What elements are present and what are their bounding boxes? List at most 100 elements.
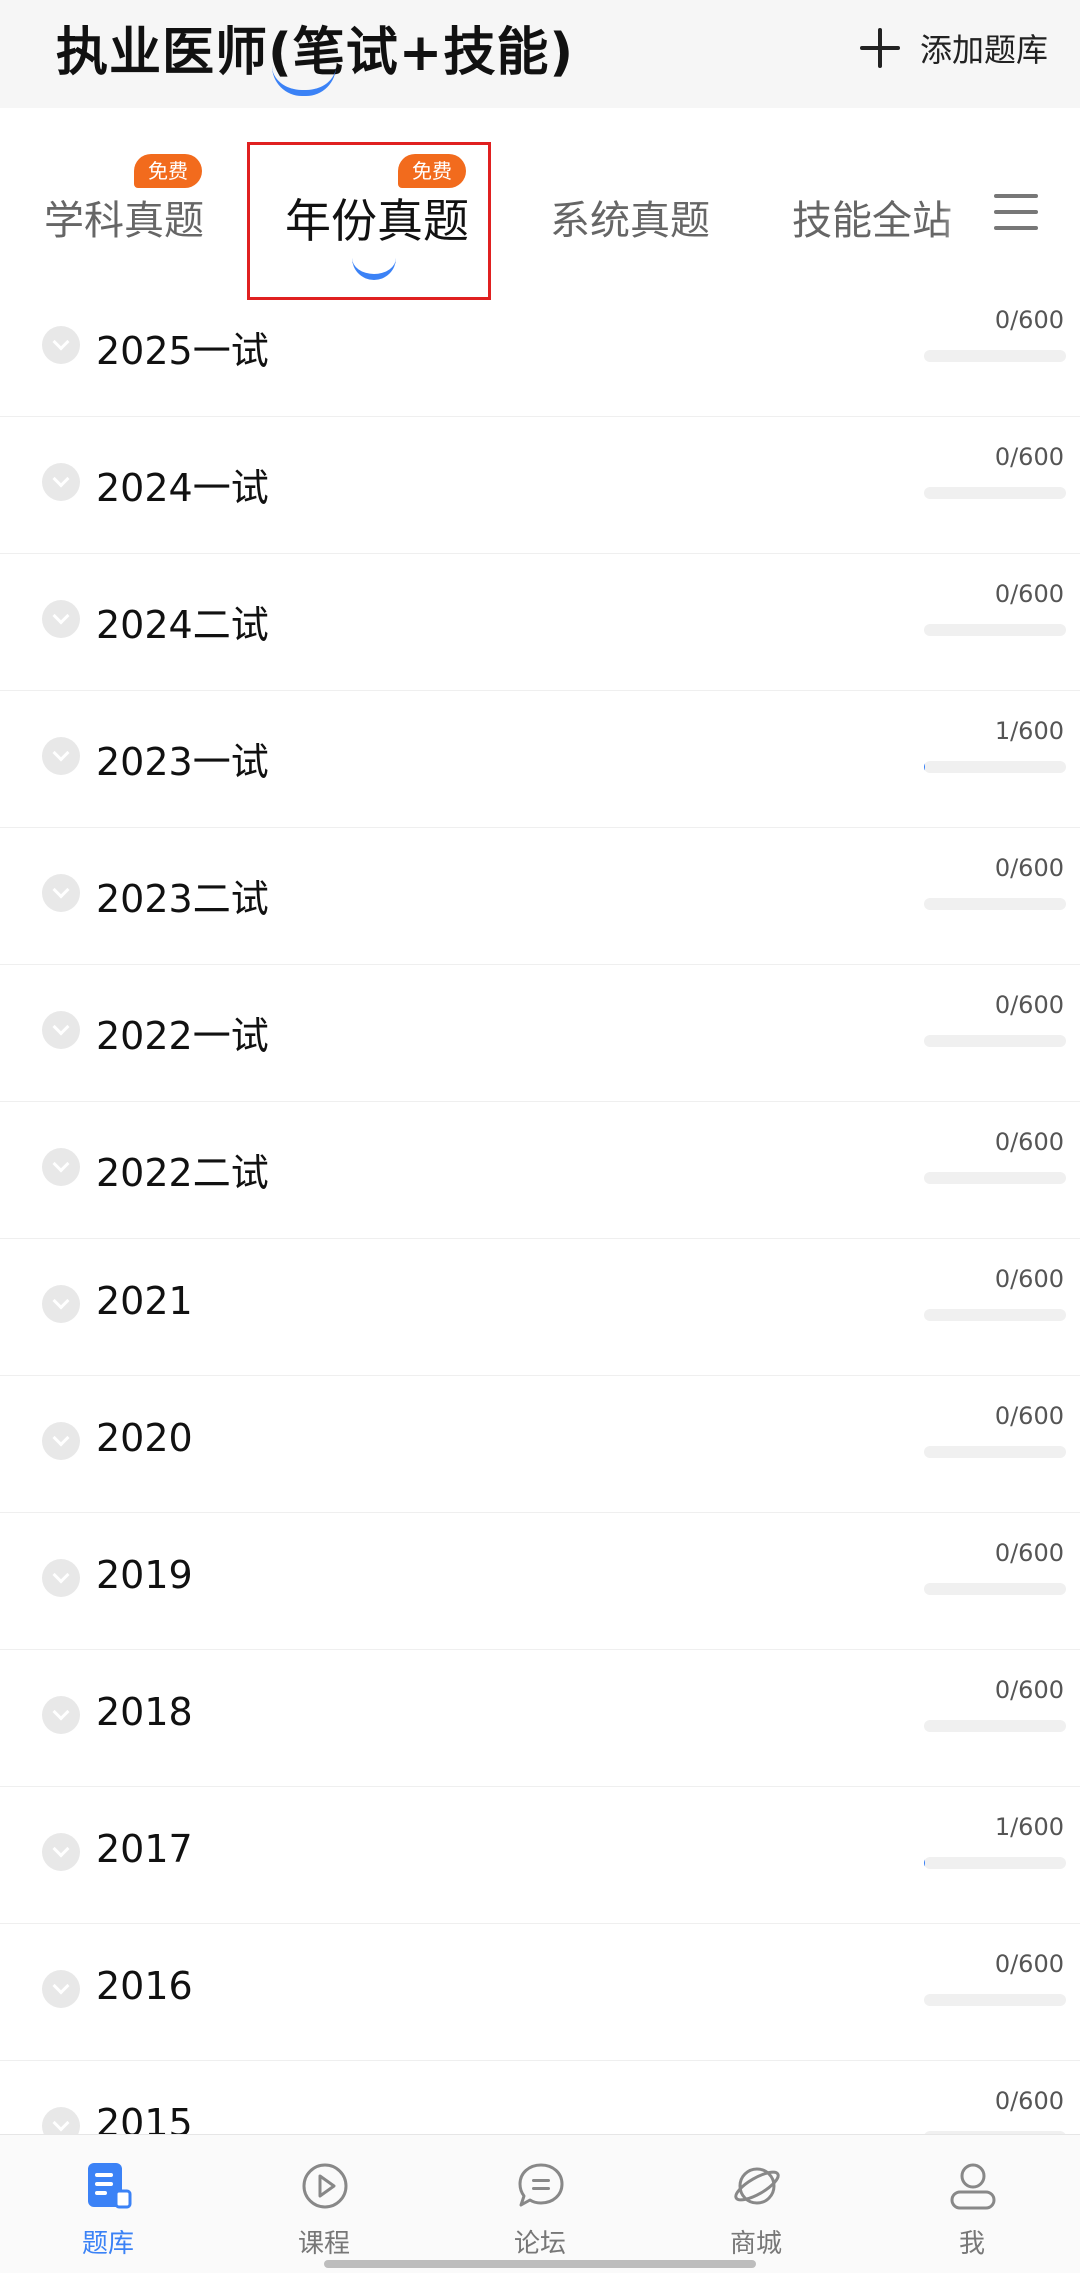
progress-count: 0/600 <box>994 1539 1064 1567</box>
progress-count: 0/600 <box>994 991 1064 1019</box>
bottom-navigation: 题库 课程 论坛 商城 我 <box>0 2134 1080 2273</box>
exam-year-label: 2022一试 <box>96 1014 269 1058</box>
nav-item-question-bank[interactable]: 题库 <box>0 2135 216 2273</box>
expand-chevron-icon[interactable] <box>42 2107 80 2134</box>
exam-year-row[interactable]: 2024一试 0/600 <box>0 417 1080 554</box>
progress-bar <box>924 898 1066 910</box>
expand-chevron-icon[interactable] <box>42 1285 80 1323</box>
exam-year-label: 2018 <box>96 1690 193 1734</box>
exam-year-label: 2024一试 <box>96 466 269 510</box>
tab-fade-overlay <box>940 168 980 268</box>
exam-year-label: 2021 <box>96 1279 193 1323</box>
exam-year-row[interactable]: 2022一试 0/600 <box>0 965 1080 1102</box>
exam-year-row[interactable]: 2025一试 0/600 <box>0 304 1080 417</box>
expand-chevron-icon[interactable] <box>42 1833 80 1871</box>
exam-year-label: 2023一试 <box>96 740 269 784</box>
exam-year-label: 2019 <box>96 1553 193 1597</box>
expand-chevron-icon[interactable] <box>42 1422 80 1460</box>
progress-count: 0/600 <box>994 580 1064 608</box>
progress-count: 1/600 <box>994 717 1064 745</box>
progress-bar <box>924 624 1066 636</box>
progress-count: 0/600 <box>994 306 1064 334</box>
title-underline-decoration <box>272 66 336 96</box>
highlight-box <box>247 142 491 300</box>
tab-skills-clip: 技能全站 <box>770 168 952 268</box>
progress-count: 0/600 <box>994 1402 1064 1430</box>
exam-year-row[interactable]: 2017 1/600 <box>0 1787 1080 1924</box>
free-badge: 免费 <box>134 154 202 188</box>
expand-chevron-icon[interactable] <box>42 463 80 501</box>
progress-bar <box>924 761 1066 773</box>
header-bar: 执业医师(笔试+技能) 添加题库 <box>0 0 1080 108</box>
add-question-bank-button[interactable]: 添加题库 <box>859 18 1048 78</box>
nav-item-courses[interactable]: 课程 <box>216 2135 432 2273</box>
add-question-bank-label: 添加题库 <box>919 31 1048 69</box>
nav-label: 商城 <box>729 2229 782 2259</box>
year-exam-list: 2025一试 0/600 2024一试 0/600 2024二试 0/600 2023一试 1… <box>0 304 1080 2134</box>
exam-year-label: 2015 <box>96 2101 193 2134</box>
progress-bar <box>924 1172 1066 1184</box>
exam-year-row[interactable]: 2018 0/600 <box>0 1650 1080 1787</box>
tab-skills-all[interactable]: 技能全站 <box>792 188 952 246</box>
progress-count: 1/600 <box>994 1813 1064 1841</box>
planet-icon <box>734 2167 780 2205</box>
progress-count: 0/600 <box>994 2087 1064 2115</box>
exam-year-label: 2023二试 <box>96 877 269 921</box>
nav-item-store[interactable]: 商城 <box>648 2135 864 2273</box>
expand-chevron-icon[interactable] <box>42 600 80 638</box>
exam-year-label: 2024二试 <box>96 603 269 647</box>
exam-year-row[interactable]: 2024二试 0/600 <box>0 554 1080 691</box>
nav-item-me[interactable]: 我 <box>864 2135 1080 2273</box>
exam-year-label: 2020 <box>96 1416 193 1460</box>
exam-year-row[interactable]: 2015 0/600 <box>0 2061 1080 2134</box>
home-indicator <box>324 2260 756 2268</box>
exam-year-row[interactable]: 2020 0/600 <box>0 1376 1080 1513</box>
tab-subject-exams[interactable]: 学科真题 <box>44 188 204 246</box>
expand-chevron-icon[interactable] <box>42 1559 80 1597</box>
progress-bar <box>924 1720 1066 1732</box>
progress-count: 0/600 <box>994 1950 1064 1978</box>
exam-year-row[interactable]: 2019 0/600 <box>0 1513 1080 1650</box>
progress-bar <box>924 350 1066 362</box>
progress-count: 0/600 <box>994 1128 1064 1156</box>
play-circle-icon <box>302 2163 348 2209</box>
exam-year-label: 2022二试 <box>96 1151 269 1195</box>
exam-year-row[interactable]: 2021 0/600 <box>0 1239 1080 1376</box>
exam-year-row[interactable]: 2023二试 0/600 <box>0 828 1080 965</box>
question-bank-icon <box>88 2163 132 2209</box>
exam-year-row[interactable]: 2016 0/600 <box>0 1924 1080 2061</box>
expand-chevron-icon[interactable] <box>42 326 80 364</box>
hamburger-menu-icon[interactable] <box>994 194 1038 230</box>
expand-chevron-icon[interactable] <box>42 874 80 912</box>
exam-year-row[interactable]: 2023一试 1/600 <box>0 691 1080 828</box>
expand-chevron-icon[interactable] <box>42 1148 80 1186</box>
plus-icon <box>859 28 900 68</box>
progress-bar <box>924 1994 1066 2006</box>
progress-count: 0/600 <box>994 1265 1064 1293</box>
progress-bar <box>924 487 1066 499</box>
expand-chevron-icon[interactable] <box>42 737 80 775</box>
exam-year-label: 2017 <box>96 1827 193 1871</box>
exam-year-label: 2016 <box>96 1964 193 2008</box>
progress-count: 0/600 <box>994 854 1064 882</box>
nav-label: 论坛 <box>513 2229 566 2259</box>
expand-chevron-icon[interactable] <box>42 1011 80 1049</box>
expand-chevron-icon[interactable] <box>42 1970 80 2008</box>
progress-bar <box>924 1035 1066 1047</box>
exam-year-label: 2025一试 <box>96 329 269 373</box>
exam-year-row[interactable]: 2022二试 0/600 <box>0 1102 1080 1239</box>
tab-system-exams[interactable]: 系统真题 <box>550 188 710 246</box>
progress-bar <box>924 1857 1066 1869</box>
category-tabs: 学科真题 免费 年份真题 免费 系统真题 技能全站 <box>0 108 1080 304</box>
progress-bar <box>924 1309 1066 1321</box>
progress-bar <box>924 1446 1066 1458</box>
user-icon <box>950 2163 996 2210</box>
nav-item-forum[interactable]: 论坛 <box>432 2135 648 2273</box>
progress-count: 0/600 <box>994 1676 1064 1704</box>
progress-bar <box>924 1583 1066 1595</box>
nav-label: 课程 <box>297 2229 350 2259</box>
nav-label: 题库 <box>81 2229 134 2259</box>
expand-chevron-icon[interactable] <box>42 1696 80 1734</box>
chat-bubble-icon <box>518 2163 564 2207</box>
progress-count: 0/600 <box>994 443 1064 471</box>
